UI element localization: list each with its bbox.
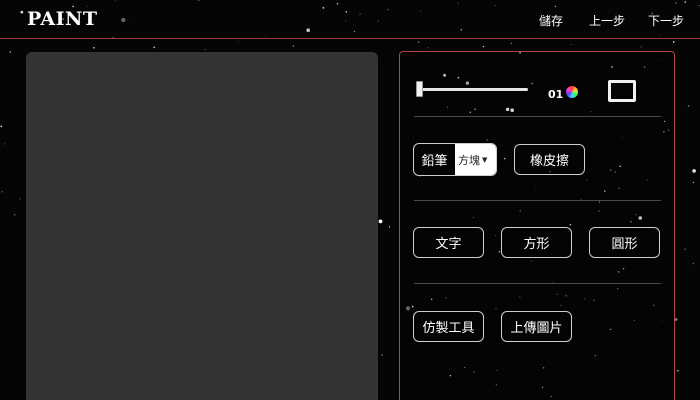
star [381,354,383,356]
tool-panel: 01 鉛筆 方塊 ▼ 橡皮擦 文字 方形 圓形 仿製工具 上傳圖片 [399,51,675,400]
rectangle-shape-icon[interactable] [608,80,636,102]
drawing-canvas[interactable] [26,52,378,400]
star [4,143,6,145]
star [684,248,686,250]
upload-image-button[interactable]: 上傳圖片 [501,311,572,342]
star [0,125,3,128]
pencil-button[interactable]: 鉛筆 [414,144,455,175]
star [204,49,206,50]
star [1,191,3,193]
star [482,46,484,48]
brush-shape-selected: 方塊 [458,153,480,167]
divider [414,283,661,284]
brush-shape-select[interactable]: 方塊 ▼ [455,144,496,175]
text-tool-button[interactable]: 文字 [413,227,484,258]
brush-size-slider-track[interactable] [418,88,528,91]
brush-size-slider-thumb[interactable] [416,81,423,97]
star [237,41,239,43]
top-nav-bar: PAINT 儲存 上一步 下一步 [0,0,700,39]
star [571,44,572,45]
save-button[interactable]: 儲存 [539,12,563,29]
star [692,169,696,173]
redo-button[interactable]: 下一步 [648,12,684,29]
star [13,214,16,216]
star [692,262,694,265]
star [687,105,690,107]
star [378,219,383,224]
app-logo: PAINT [27,8,98,30]
color-wheel-icon[interactable] [566,86,578,98]
star [417,41,420,43]
divider [414,200,661,201]
star [640,46,642,48]
star [19,198,21,200]
dropdown-arrow-icon: ▼ [482,155,488,164]
star [672,41,675,43]
star [692,181,695,184]
brush-size-value: 01 [548,88,564,101]
star [9,51,11,53]
star [510,42,513,45]
rectangle-tool-button[interactable]: 方形 [501,227,572,258]
pencil-tool-group: 鉛筆 方塊 ▼ [413,143,497,176]
star [93,47,95,49]
star [427,47,429,49]
eraser-button[interactable]: 橡皮擦 [514,144,585,175]
star [292,45,295,47]
clone-tool-button[interactable]: 仿製工具 [413,311,484,342]
star [674,318,678,321]
circle-tool-button[interactable]: 圓形 [589,227,660,258]
star [388,226,391,228]
star [153,46,156,49]
divider [414,116,661,117]
undo-button[interactable]: 上一步 [589,12,625,29]
star [677,369,679,372]
